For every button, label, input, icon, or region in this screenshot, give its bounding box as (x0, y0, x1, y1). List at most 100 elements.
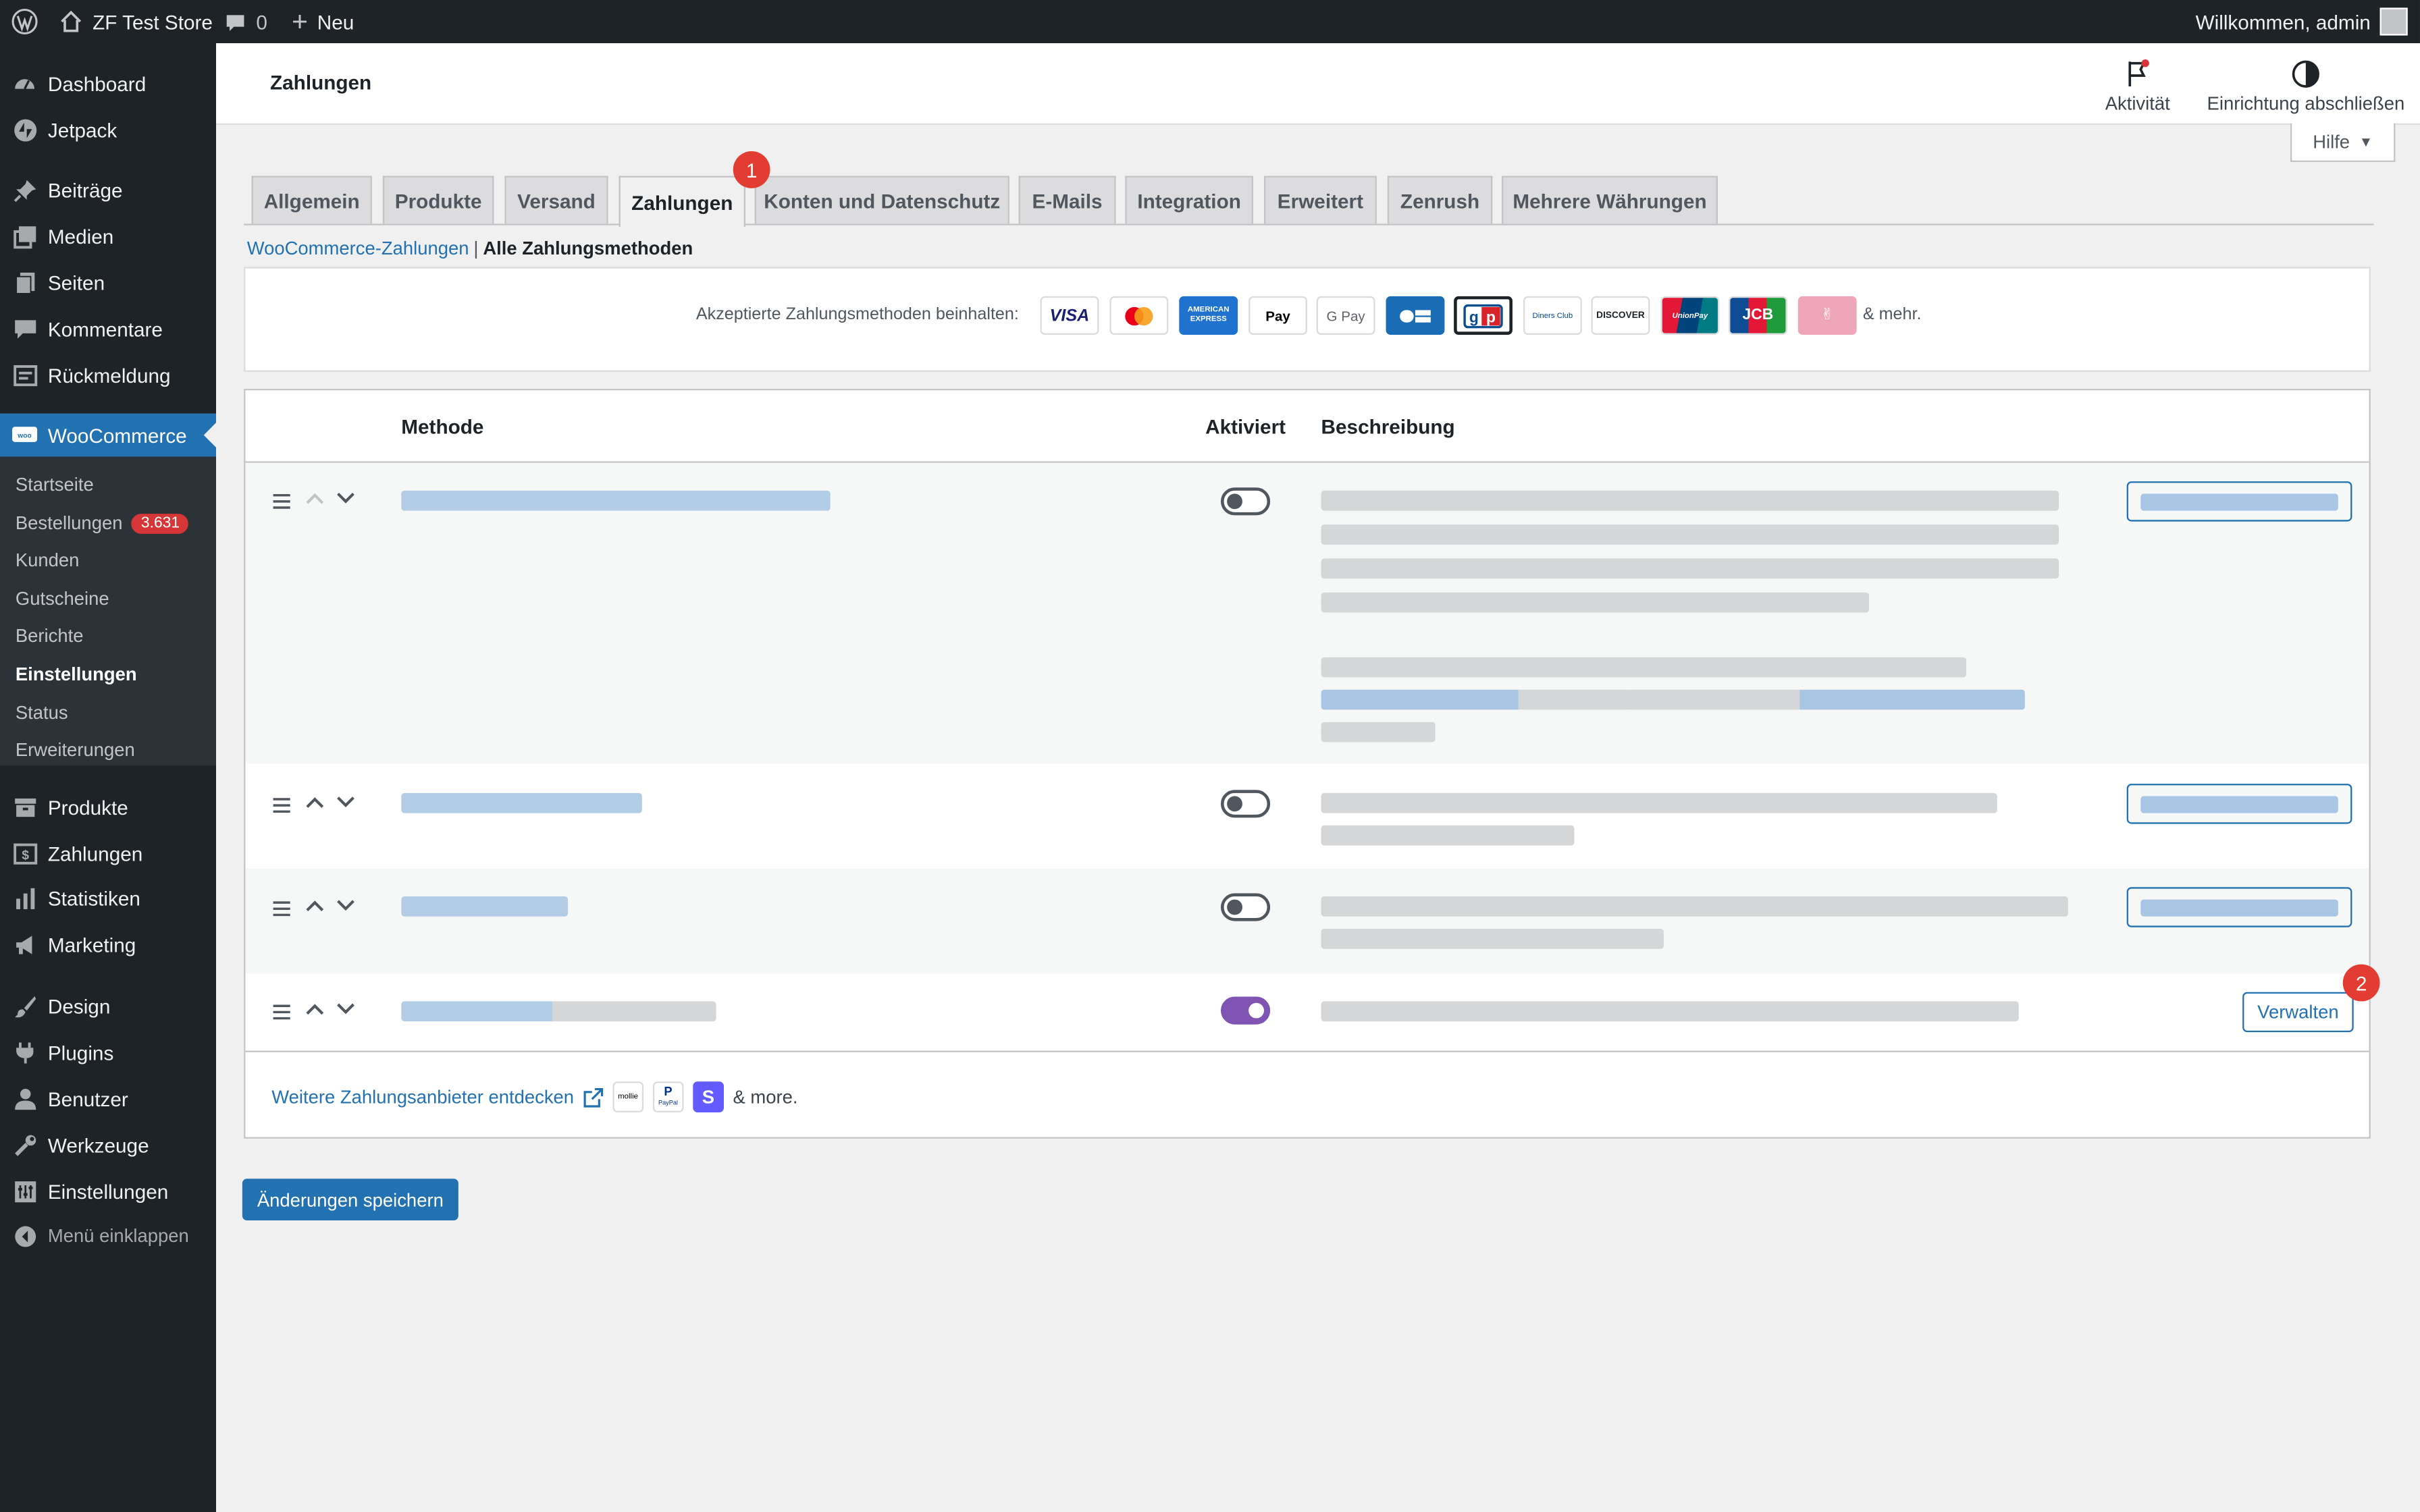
user-icon (9, 1083, 41, 1114)
sidebar-item-settings[interactable]: Einstellungen (0, 1170, 216, 1213)
discover-providers-link[interactable]: Weitere Zahlungsanbieter entdecken (271, 1086, 574, 1108)
collapse-menu-button[interactable]: Menü einklappen (0, 1214, 216, 1258)
sidebar-item-pages[interactable]: Seiten (0, 261, 216, 304)
new-content-link[interactable]: + Neu (292, 0, 354, 43)
drag-handle-icon[interactable] (271, 493, 293, 509)
tab-produkte[interactable]: Produkte (382, 176, 494, 224)
tab-mehrere-waehrungen[interactable]: Mehrere Währungen (1501, 176, 1718, 224)
account-menu[interactable]: Willkommen, admin (2196, 0, 2408, 43)
chevron-down-icon[interactable] (335, 794, 357, 810)
sidebar-item-media[interactable]: Medien (0, 215, 216, 258)
drag-handle-icon[interactable] (271, 901, 293, 917)
method-name-redacted[interactable] (401, 1001, 716, 1022)
comment-icon (9, 313, 41, 344)
enabled-toggle[interactable] (1220, 893, 1271, 921)
tab-zenrush[interactable]: Zenrush (1387, 176, 1493, 224)
dashboard-icon (9, 68, 41, 99)
payment-methods-table: Methode Aktiviert Beschreibung Verwalten… (244, 388, 2371, 1139)
submenu-item-status[interactable]: Status (16, 697, 68, 728)
wordpress-logo-icon[interactable] (11, 0, 38, 43)
activity-label: Aktivität (2105, 92, 2170, 115)
submenu-item-settings[interactable]: Einstellungen (16, 659, 137, 690)
sidebar-item-marketing[interactable]: Marketing (0, 923, 216, 966)
caret-down-icon: ▼ (2359, 134, 2373, 150)
chevron-down-icon[interactable] (335, 1001, 357, 1017)
mollie-logo: mollie (612, 1081, 643, 1112)
tab-emails[interactable]: E-Mails (1018, 176, 1116, 224)
sidebar-item-plugins[interactable]: Plugins (0, 1031, 216, 1074)
sidebar-item-tools[interactable]: Werkzeuge (0, 1123, 216, 1166)
media-icon (9, 221, 41, 252)
method-name-redacted[interactable] (401, 896, 569, 917)
chevron-down-icon[interactable] (335, 491, 357, 506)
chevron-up-icon[interactable] (304, 898, 325, 913)
table-row (245, 868, 2369, 974)
footer-more-text: & more. (733, 1086, 798, 1108)
table-row (245, 462, 2369, 764)
sidebar-item-users[interactable]: Benutzer (0, 1077, 216, 1120)
comments-link[interactable]: 0 (223, 0, 267, 43)
sidebar-item-products[interactable]: Produkte (0, 785, 216, 828)
sidebar-item-feedback[interactable]: Rückmeldung (0, 353, 216, 396)
breadcrumb-current: Alle Zahlungsmethoden (483, 237, 693, 259)
tab-versand[interactable]: Versand (504, 176, 608, 224)
submenu-item-orders[interactable]: Bestellungen 3.631 (16, 508, 189, 539)
enabled-toggle[interactable] (1220, 487, 1271, 516)
tab-integration[interactable]: Integration (1125, 176, 1253, 224)
drag-handle-icon[interactable] (271, 1004, 293, 1020)
svg-text:$: $ (21, 847, 28, 862)
site-name-link[interactable]: ZF Test Store (59, 0, 213, 43)
wrench-icon (9, 1129, 41, 1160)
chevron-up-icon[interactable] (304, 794, 325, 810)
sidebar-item-dashboard[interactable]: Dashboard (0, 61, 216, 105)
manage-button-redacted[interactable] (2126, 784, 2352, 824)
sidebar-item-payments[interactable]: $ Zahlungen (0, 832, 216, 875)
sidebar-item-posts[interactable]: Beiträge (0, 168, 216, 211)
sidebar-item-statistics[interactable]: Statistiken (0, 876, 216, 919)
description-line-redacted (1321, 524, 2059, 545)
brush-icon (9, 990, 41, 1021)
enabled-toggle[interactable] (1220, 790, 1271, 818)
reorder-controls (304, 491, 357, 506)
submenu-item-home[interactable]: Startseite (16, 469, 94, 500)
submenu-item-reports[interactable]: Berichte (16, 620, 84, 651)
tab-zahlungen[interactable]: Zahlungen (619, 176, 745, 227)
chevron-up-icon[interactable] (304, 1001, 325, 1017)
method-name-redacted[interactable] (401, 792, 642, 813)
description-line-redacted (1321, 792, 1997, 813)
chevron-down-icon[interactable] (335, 898, 357, 913)
reorder-controls (304, 794, 357, 810)
save-changes-button[interactable]: Änderungen speichern (242, 1179, 458, 1220)
sidebar-item-comments[interactable]: Kommentare (0, 307, 216, 350)
help-tab-button[interactable]: Hilfe ▼ (2290, 123, 2396, 162)
activity-button[interactable]: Aktivität (2105, 59, 2170, 114)
external-link-icon[interactable] (583, 1087, 604, 1107)
avatar (2379, 7, 2408, 36)
feedback-icon (9, 360, 41, 391)
tabs-baseline (244, 223, 2374, 225)
submenu-item-coupons[interactable]: Gutscheine (16, 583, 109, 614)
pin-icon (9, 174, 41, 205)
manage-button[interactable]: Verwalten (2242, 992, 2354, 1033)
manage-button-redacted[interactable] (2126, 887, 2352, 927)
visa-logo: VISA (1040, 296, 1099, 335)
tab-erweitert[interactable]: Erweitert (1263, 176, 1377, 224)
sidebar-item-woocommerce[interactable]: woo WooCommerce (0, 413, 216, 457)
flag-icon (2128, 59, 2149, 86)
description-link-redacted[interactable] (1321, 689, 2025, 710)
cartes-bancaires-logo (1386, 296, 1445, 335)
drag-handle-icon[interactable] (271, 798, 293, 813)
method-name-redacted[interactable] (401, 490, 831, 511)
chevron-up-icon[interactable] (304, 491, 325, 506)
enabled-toggle[interactable] (1220, 996, 1271, 1025)
submenu-item-extensions[interactable]: Erweiterungen (16, 734, 135, 765)
breadcrumb-link-woocommerce-payments[interactable]: WooCommerce-Zahlungen (247, 238, 469, 259)
table-row (245, 763, 2369, 868)
sidebar-item-jetpack[interactable]: Jetpack (0, 108, 216, 151)
setup-button[interactable]: Einrichtung abschließen (2207, 59, 2404, 114)
sidebar-item-design[interactable]: Design (0, 984, 216, 1027)
manage-button-redacted[interactable] (2126, 481, 2352, 522)
tab-allgemein[interactable]: Allgemein (251, 176, 372, 224)
submenu-item-customers[interactable]: Kunden (16, 545, 80, 576)
tab-konten-datenschutz[interactable]: Konten und Datenschutz (754, 176, 1009, 224)
